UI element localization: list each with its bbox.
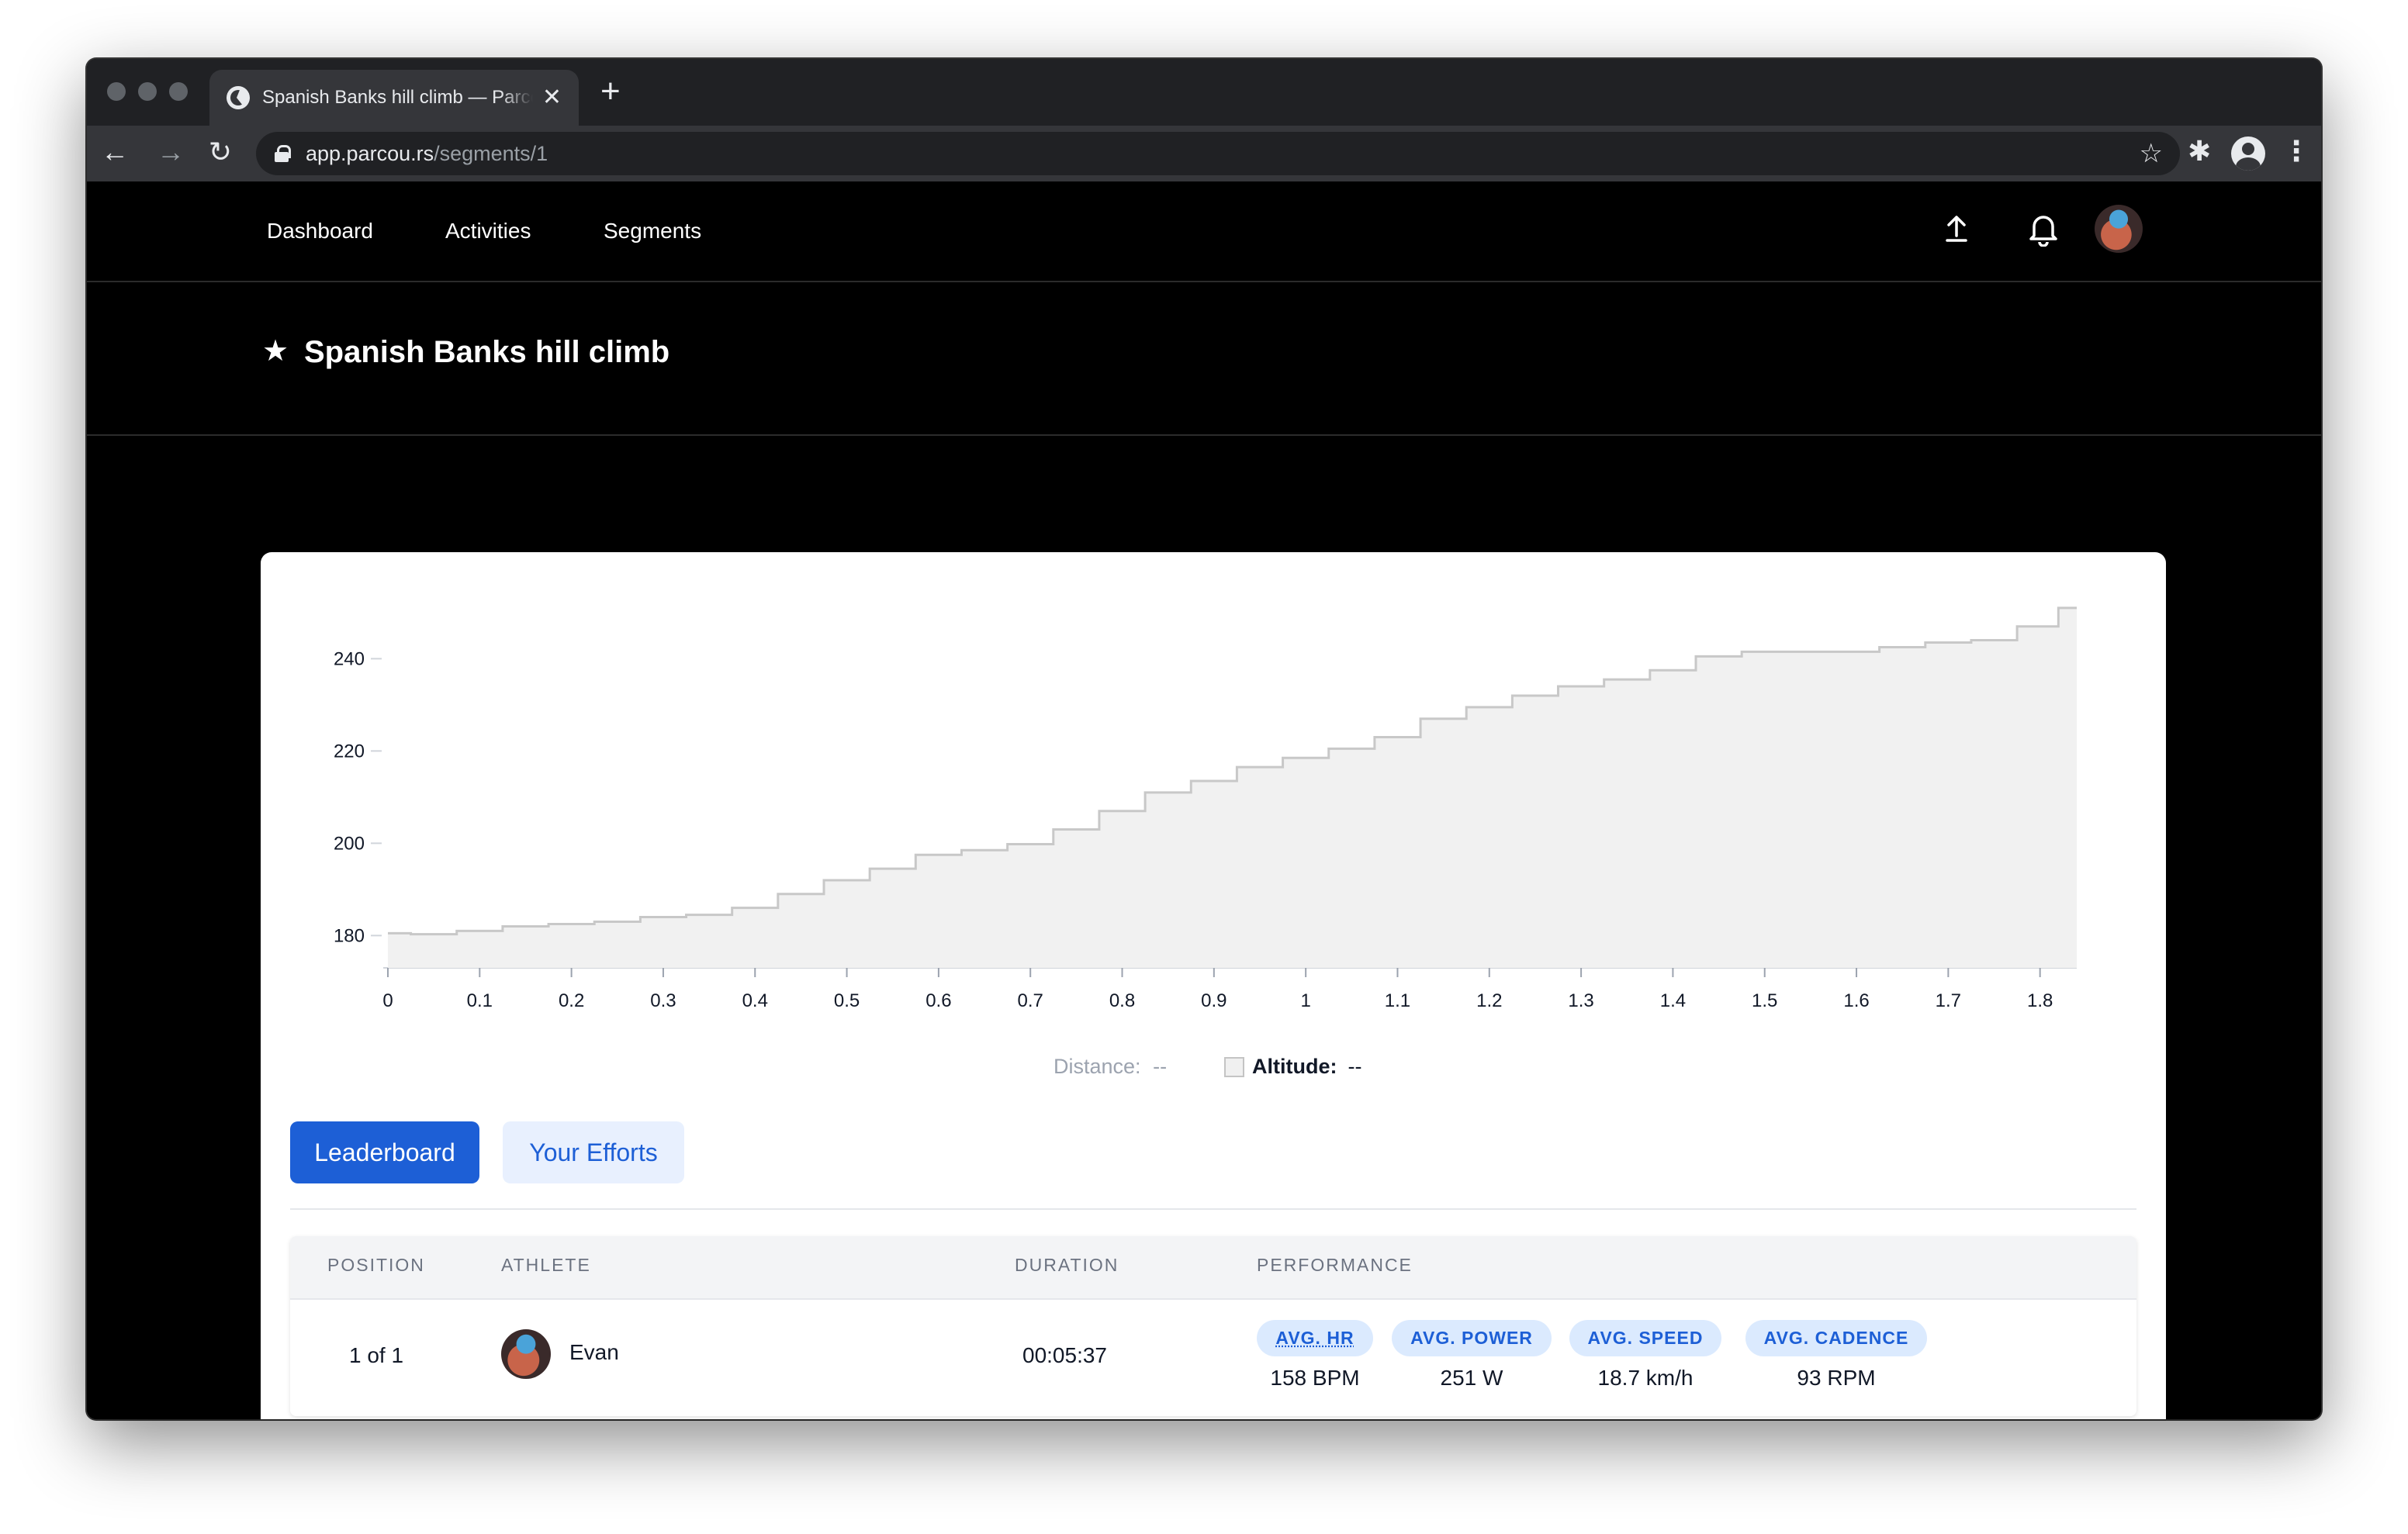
- url-path: /segments/1: [434, 141, 548, 165]
- x-tick-label: 0.7: [1018, 990, 1043, 1011]
- stat-label: AVG. SPEED: [1569, 1320, 1722, 1356]
- page-title: Spanish Banks hill climb: [304, 335, 670, 369]
- nav-activities[interactable]: Activities: [445, 219, 531, 244]
- segment-card: 180 200 220 240 0 0.1 0.2 0.3 0.4 0.5 0.6 0.7 0.8 0.…: [261, 552, 2166, 1419]
- divider: [290, 1208, 2136, 1210]
- athlete-name[interactable]: Evan: [569, 1340, 619, 1365]
- stat-label[interactable]: AVG. HR: [1257, 1320, 1373, 1356]
- distance-value: --: [1153, 1055, 1168, 1078]
- header-athlete: ATHLETE: [501, 1255, 591, 1275]
- header-performance: PERFORMANCE: [1257, 1255, 1413, 1275]
- stat-label: AVG. CADENCE: [1745, 1320, 1928, 1356]
- browser-window: Spanish Banks hill climb — Parcours ✕ + …: [87, 59, 2321, 1419]
- x-tick-label: 1.1: [1385, 990, 1410, 1011]
- x-tick-label: 0.3: [650, 990, 676, 1011]
- stat-avg-cadence: AVG. CADENCE 93 RPM: [1739, 1320, 1933, 1391]
- stat-avg-hr: AVG. HR 158 BPM: [1257, 1320, 1373, 1391]
- table-header: POSITION ATHLETE DURATION PERFORMANCE: [290, 1236, 2136, 1298]
- header-position: POSITION: [327, 1255, 425, 1275]
- browser-toolbar: ← → ↻ app.parcou.rs/segments/1 ☆ ✱ ⋮: [87, 126, 2321, 181]
- stat-label: AVG. POWER: [1392, 1320, 1552, 1356]
- favorite-star-icon[interactable]: ★: [262, 333, 289, 368]
- x-tick-label: 1.8: [2027, 990, 2053, 1011]
- tab-your-efforts[interactable]: Your Efforts: [503, 1121, 684, 1183]
- x-tick-label: 0.1: [467, 990, 493, 1011]
- stat-value: 158 BPM: [1270, 1366, 1360, 1390]
- altitude-area: [388, 607, 2077, 968]
- altitude-label: Altitude:: [1252, 1055, 1337, 1078]
- tab-title: Spanish Banks hill climb — Parcours: [262, 87, 533, 108]
- leaderboard-table: POSITION ATHLETE DURATION PERFORMANCE 1 …: [290, 1236, 2136, 1416]
- maximize-window-button[interactable]: [169, 82, 188, 101]
- x-tick-label: 0.5: [834, 990, 860, 1011]
- altitude-legend-swatch[interactable]: [1224, 1056, 1244, 1077]
- stat-avg-speed: AVG. SPEED 18.7 km/h: [1567, 1320, 1724, 1391]
- upload-icon[interactable]: [1941, 211, 1972, 245]
- x-tick-label: 1.3: [1568, 990, 1593, 1011]
- browser-tab[interactable]: Spanish Banks hill climb — Parcours ✕: [209, 70, 579, 126]
- x-tick-label: 1.7: [1936, 990, 1961, 1011]
- new-tab-button[interactable]: +: [600, 74, 621, 109]
- forward-icon[interactable]: →: [155, 133, 186, 171]
- altitude-readout: Altitude: --: [1224, 1055, 1361, 1079]
- nav-segments[interactable]: Segments: [604, 219, 701, 244]
- elevation-chart[interactable]: 180 200 220 240 0 0.1 0.2 0.3 0.4 0.5 0.6 0.7 0.8 0.…: [261, 552, 2166, 1049]
- x-tick-label: 1.5: [1752, 990, 1777, 1011]
- x-tick-label: 0.8: [1109, 990, 1135, 1011]
- bookmark-star-icon[interactable]: ☆: [2140, 138, 2163, 169]
- minimize-window-button[interactable]: [138, 82, 157, 101]
- tab-leaderboard[interactable]: Leaderboard: [290, 1121, 479, 1183]
- distance-label: Distance:: [1054, 1055, 1141, 1078]
- y-tick-label: 220: [334, 741, 365, 762]
- y-tick-label: 240: [334, 648, 365, 669]
- header-duration: DURATION: [1015, 1255, 1119, 1275]
- profile-icon[interactable]: [2231, 136, 2265, 171]
- row-duration: 00:05:37: [1022, 1343, 1107, 1367]
- plot-area: [388, 606, 2077, 968]
- y-axis: 180 200 220 240: [334, 648, 382, 946]
- globe-icon: [227, 86, 250, 109]
- x-tick-label: 0.4: [742, 990, 768, 1011]
- url-host: app.parcou.rs: [306, 141, 434, 165]
- x-tick-label: 1.4: [1660, 990, 1686, 1011]
- app-navbar: Dashboard Activities Segments: [87, 181, 2321, 282]
- table-row[interactable]: 1 of 1 Evan 00:05:37 AVG. HR 158 BPM AVG…: [290, 1298, 2136, 1416]
- user-avatar[interactable]: [2095, 205, 2143, 253]
- close-window-button[interactable]: [107, 82, 126, 101]
- lock-icon[interactable]: [275, 145, 291, 162]
- tab-strip: Spanish Banks hill climb — Parcours ✕ +: [87, 59, 2321, 126]
- nav-dashboard[interactable]: Dashboard: [267, 219, 373, 244]
- x-tick-label: 0: [382, 990, 393, 1011]
- x-tick-label: 1: [1300, 990, 1310, 1011]
- address-bar[interactable]: app.parcou.rs/segments/1 ☆: [256, 132, 2180, 175]
- altitude-value: --: [1348, 1055, 1362, 1078]
- y-tick-label: 180: [334, 925, 365, 946]
- x-tick-label: 0.6: [925, 990, 951, 1011]
- reload-icon[interactable]: ↻: [205, 133, 236, 171]
- x-axis: 0 0.1 0.2 0.3 0.4 0.5 0.6 0.7 0.8 0.9 1 1.1 1.2 1.3 1.…: [382, 967, 2077, 1011]
- distance-readout: Distance: --: [1054, 1055, 1167, 1079]
- x-tick-label: 1.2: [1476, 990, 1502, 1011]
- stat-value: 251 W: [1440, 1366, 1503, 1390]
- athlete-avatar[interactable]: [501, 1329, 551, 1379]
- x-tick-label: 1.6: [1843, 990, 1869, 1011]
- page-header: ★ Spanish Banks hill climb: [87, 284, 2321, 436]
- app-page: Dashboard Activities Segments ★ Spanish …: [87, 181, 2321, 1419]
- x-tick-label: 0.2: [559, 990, 584, 1011]
- stat-avg-power: AVG. POWER 251 W: [1392, 1320, 1552, 1391]
- back-icon[interactable]: ←: [99, 133, 130, 171]
- window-controls: [107, 82, 188, 101]
- row-position: 1 of 1: [349, 1343, 404, 1367]
- stat-value: 93 RPM: [1797, 1366, 1876, 1390]
- extensions-icon[interactable]: ✱: [2188, 135, 2211, 168]
- x-tick-label: 0.9: [1201, 990, 1226, 1011]
- close-tab-icon[interactable]: ✕: [542, 86, 562, 109]
- stat-value: 18.7 km/h: [1597, 1366, 1694, 1390]
- browser-menu-icon[interactable]: ⋮: [2282, 135, 2310, 168]
- y-tick-label: 200: [334, 833, 365, 854]
- bell-icon[interactable]: [2026, 211, 2060, 247]
